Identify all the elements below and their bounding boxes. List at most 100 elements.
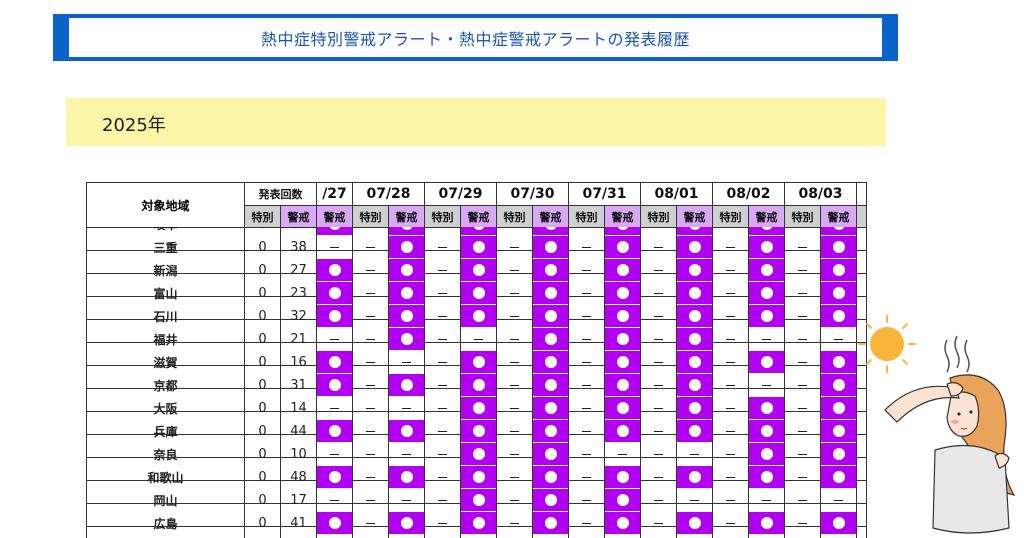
warning-count: 44: [280, 419, 317, 443]
alert-cell-none: [640, 396, 677, 420]
dot-icon: [616, 379, 629, 391]
dash-icon: [582, 499, 591, 501]
dash-icon: [366, 269, 375, 271]
warning-count: 38: [280, 235, 317, 259]
dot-icon: [616, 333, 629, 345]
dash-icon: [366, 522, 375, 524]
dot-icon: [544, 425, 557, 437]
dot-icon: [760, 448, 773, 460]
date-header-partial: [856, 182, 867, 206]
alert-cell-none: [748, 327, 785, 351]
alert-cell-none: [640, 304, 677, 328]
dot-icon: [544, 333, 557, 345]
dot-icon: [616, 310, 629, 322]
alert-cell-none: [676, 488, 713, 512]
alert-cell-none: [568, 258, 605, 282]
alert-cell-none: [424, 488, 461, 512]
table-row: 福井 0 21: [86, 327, 867, 351]
alert-cell-none: [568, 327, 605, 351]
alert-cell-issued: [532, 258, 569, 282]
dash-icon: [510, 407, 519, 409]
special-count: 0: [244, 327, 281, 351]
special-count: 0: [244, 396, 281, 420]
dash-icon: [762, 338, 771, 340]
dash-icon: [798, 453, 807, 455]
dash-icon: [762, 499, 771, 501]
warning-subheader: 警戒: [748, 205, 785, 228]
special-count: 0: [244, 304, 281, 328]
dash-icon: [438, 476, 447, 478]
dash-icon: [654, 499, 663, 501]
alert-cell-none: [496, 511, 533, 535]
alert-history-table-container[interactable]: 対象地域 発表回数/27 07/28 07/29 07/30 07/31 08/01 08/0…: [86, 182, 868, 538]
alert-cell-none: [784, 442, 821, 466]
dash-icon: [438, 361, 447, 363]
dash-icon: [798, 246, 807, 248]
alert-history-table: 対象地域 発表回数/27 07/28 07/29 07/30 07/31 08/01 08/0…: [86, 182, 867, 538]
dot-icon: [472, 425, 485, 437]
dash-icon: [582, 430, 591, 432]
dot-icon: [688, 287, 701, 299]
special-count-header: 特別: [244, 205, 281, 228]
dot-icon: [688, 379, 701, 391]
dash-icon: [582, 338, 591, 340]
alert-cell-issued: [748, 350, 785, 374]
dot-icon: [616, 287, 629, 299]
dot-icon: [544, 310, 557, 322]
special-subheader-partial: [856, 205, 867, 228]
alert-cell-none: [460, 327, 497, 351]
dot-icon: [472, 494, 485, 506]
alert-cell-none: [388, 488, 425, 512]
alert-cell-issued: [748, 465, 785, 489]
dash-icon: [726, 453, 735, 455]
dash-icon: [798, 430, 807, 432]
special-subheader: 特別: [712, 205, 749, 228]
dot-icon: [760, 356, 773, 368]
alert-cell-issued: [676, 235, 713, 259]
alert-cell-none: [424, 258, 461, 282]
dot-icon: [472, 517, 485, 529]
dash-icon: [366, 453, 375, 455]
table-row: 新潟 0 27: [86, 258, 867, 282]
dot-icon: [832, 379, 845, 391]
dash-icon: [726, 338, 735, 340]
alert-cell-none: [784, 396, 821, 420]
dot-icon: [832, 402, 845, 414]
dot-icon: [544, 448, 557, 460]
region-name: 大阪: [86, 396, 245, 420]
alert-cell-issued: [676, 396, 713, 420]
table-row: 大阪 0 14: [86, 396, 867, 420]
dot-icon: [328, 471, 341, 483]
alert-cell-none: [784, 488, 821, 512]
alert-cell-none: [712, 258, 749, 282]
dot-icon: [760, 310, 773, 322]
alert-cell-none: [748, 373, 785, 397]
alert-cell-none: [568, 235, 605, 259]
table-row: 奈良 0 10: [86, 442, 867, 466]
alert-cell-issued: [532, 281, 569, 305]
dot-icon: [472, 402, 485, 414]
dash-icon: [654, 476, 663, 478]
alert-cell-issued: [820, 396, 857, 420]
dot-icon: [400, 333, 413, 345]
dot-icon: [472, 241, 485, 253]
special-count: 0: [244, 235, 281, 259]
dash-icon: [402, 361, 411, 363]
alert-cell-none: [640, 235, 677, 259]
warning-count-header: 警戒: [280, 205, 317, 228]
table-row: 岡山 0 17: [86, 488, 867, 512]
dash-icon: [438, 522, 447, 524]
alert-cell-issued: [604, 419, 641, 443]
dot-icon: [832, 517, 845, 529]
alert-cell-issued: [748, 419, 785, 443]
warning-subheader: 警戒: [316, 205, 353, 228]
dash-icon: [510, 499, 519, 501]
warning-count: 32: [280, 304, 317, 328]
region-name: 富山: [86, 281, 245, 305]
dot-icon: [688, 333, 701, 345]
dash-icon: [366, 361, 375, 363]
dot-icon: [688, 517, 701, 529]
dot-icon: [688, 310, 701, 322]
alert-cell-none: [496, 304, 533, 328]
alert-cell-issued: [460, 350, 497, 374]
